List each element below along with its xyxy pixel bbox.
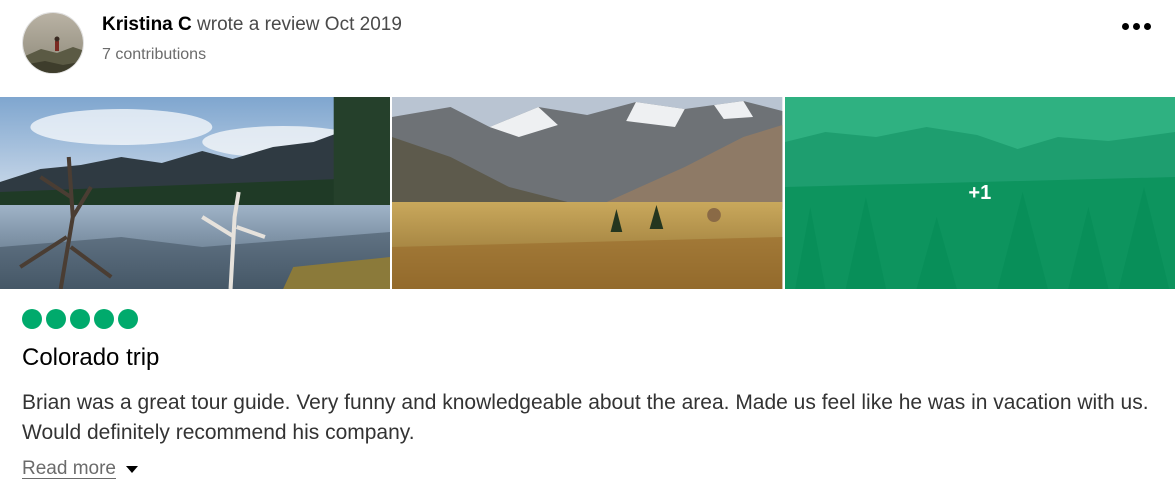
review-photo-1[interactable] [0,97,391,289]
rating-bubbles [22,309,138,329]
more-options-button[interactable] [1119,14,1153,38]
review-title[interactable]: Colorado trip [22,344,159,372]
more-photos-count: +1 [968,181,992,204]
more-options-dot [1143,22,1151,30]
author-avatar[interactable] [22,12,84,74]
author-name[interactable]: Kristina C [102,14,192,35]
lake-with-dead-trees-photo [0,97,391,289]
review-photo-3[interactable]: +1 [784,97,1175,289]
rating-bubble-icon [46,309,66,329]
rating-bubble-icon [22,309,42,329]
rating-bubble-icon [70,309,90,329]
review-photos: +1 [0,97,1175,289]
more-photos-overlay[interactable]: +1 [784,97,1175,289]
review-header: Kristina C wrote a review Oct 2019 7 con… [22,12,1153,74]
mountain-meadow-photo [392,97,783,289]
review-photo-2[interactable] [392,97,783,289]
rating-bubble-icon [118,309,138,329]
author-line: Kristina C wrote a review Oct 2019 [102,14,402,36]
read-more-label: Read more [22,458,116,479]
review-action-text: wrote a review Oct 2019 [197,14,402,35]
review-text: Brian was a great tour guide. Very funny… [22,391,1149,444]
more-options-dot [1121,22,1129,30]
caret-down-icon [126,465,138,473]
more-options-dot [1132,22,1140,30]
user-avatar-photo-icon [23,13,83,73]
read-more-button[interactable]: Read more [22,458,138,480]
rating-bubble-icon [94,309,114,329]
contributions-count: 7 contributions [102,46,207,63]
